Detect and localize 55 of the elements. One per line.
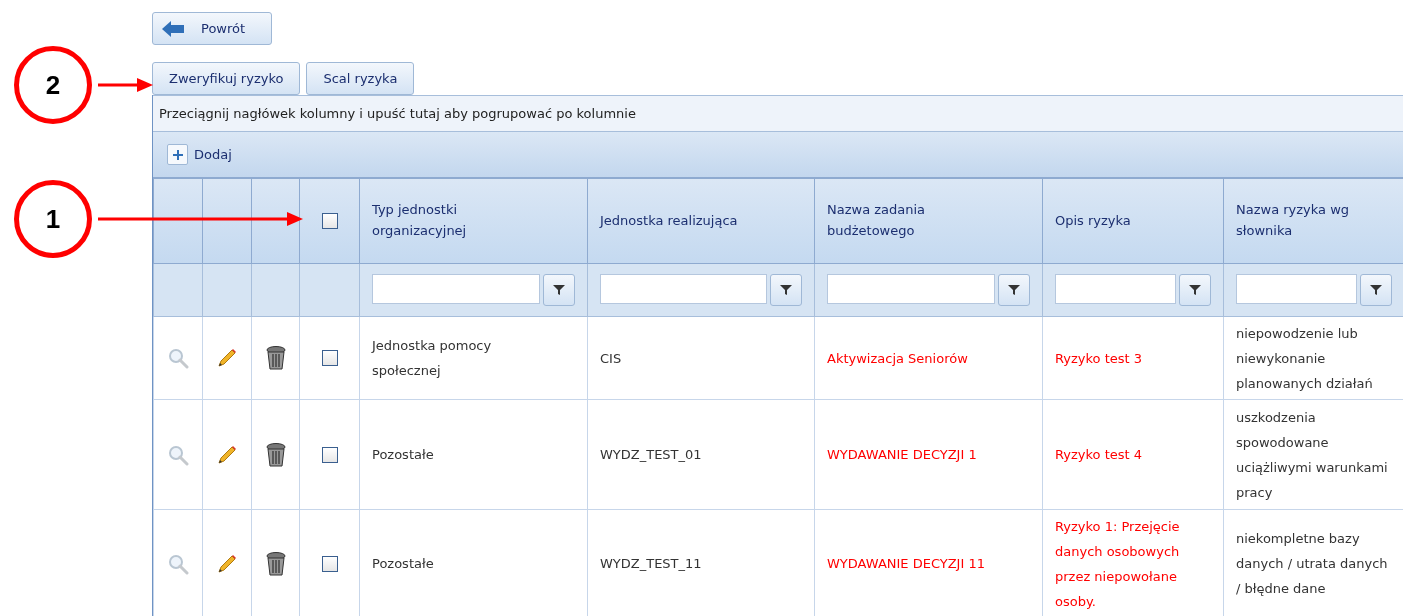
table-cell-text: Ryzyko 1: Przejęcie danych osobowych przez niepowołane osoby.	[1055, 517, 1181, 611]
table-cell-text: WYDZ_TEST_11	[600, 555, 703, 573]
filter-button[interactable]	[543, 274, 575, 306]
column-header[interactable]: Nazwa zadania budżetowego	[814, 178, 1043, 264]
callout-arrow	[98, 78, 153, 92]
table-cell-text: Jednostka pomocy społecznej	[372, 337, 493, 380]
table-cell-text: WYDAWANIE DECYZJI 11	[827, 555, 986, 573]
column-header[interactable]: Opis ryzyka	[1042, 178, 1224, 264]
filter-button[interactable]	[1179, 274, 1211, 306]
row-checkbox[interactable]	[321, 446, 338, 463]
table-cell-text: Pozostałe	[372, 446, 435, 464]
filter-field[interactable]	[1236, 274, 1357, 304]
trash-icon[interactable]	[264, 441, 287, 468]
left-arrow-icon	[161, 19, 185, 38]
action-button[interactable]: Zweryfikuj ryzyko	[152, 62, 301, 95]
pencil-icon[interactable]	[216, 443, 238, 466]
table-cell-text: niekompletne bazy danych / utrata danych / błędne dane	[1236, 530, 1389, 598]
table-cell-text: CIS	[600, 349, 623, 368]
action-button[interactable]: Scal ryzyka	[306, 62, 415, 95]
filter-field[interactable]	[1055, 274, 1176, 304]
table-cell-text: Aktywizacja Seniorów	[827, 349, 969, 368]
table-cell-text: WYDAWANIE DECYZJI 1	[827, 446, 978, 464]
column-header[interactable]: Typ jednostki organizacyjnej	[359, 178, 588, 264]
plus-icon	[167, 144, 188, 165]
table-cell-text: WYDZ_TEST_01	[600, 446, 703, 464]
group-hint: Przeciągnij nagłówek kolumny i upuść tutaj aby pogrupować po kolumnie	[159, 106, 636, 121]
funnel-icon	[1008, 284, 1020, 296]
column-header[interactable]: Nazwa ryzyka wg słownika	[1223, 178, 1403, 264]
back-button[interactable]: Powrót	[152, 12, 272, 45]
callout-number: 1	[14, 180, 92, 258]
filter-field[interactable]	[827, 274, 995, 304]
trash-icon[interactable]	[264, 345, 287, 371]
table-cell-text: Ryzyko test 3	[1055, 349, 1144, 368]
funnel-icon	[553, 284, 565, 296]
table-cell-text: niepowodzenie lub niewykonanie planowanych działań	[1236, 324, 1374, 393]
filter-field[interactable]	[372, 274, 540, 304]
filter-button[interactable]	[998, 274, 1030, 306]
table-cell-text: Pozostałe	[372, 555, 435, 573]
filter-field[interactable]	[600, 274, 767, 304]
pencil-icon[interactable]	[216, 347, 238, 369]
pencil-icon[interactable]	[216, 552, 238, 575]
callout-number: 2	[14, 46, 92, 124]
row-checkbox[interactable]	[321, 555, 338, 572]
table-cell-text: uszkodzenia spowodowane uciążliwymi warunkami pracy	[1236, 408, 1389, 502]
select-all-checkbox[interactable]	[321, 213, 338, 230]
filter-button[interactable]	[1360, 274, 1392, 306]
add-button[interactable]: Dodaj	[167, 144, 232, 165]
table-cell-text: Ryzyko test 4	[1055, 446, 1144, 464]
filter-button[interactable]	[770, 274, 802, 306]
trash-icon[interactable]	[264, 550, 287, 577]
row-checkbox[interactable]	[321, 350, 338, 367]
funnel-icon	[1189, 284, 1201, 296]
funnel-icon	[780, 284, 792, 296]
funnel-icon	[1370, 284, 1382, 296]
column-header[interactable]: Jednostka realizująca	[587, 178, 815, 264]
